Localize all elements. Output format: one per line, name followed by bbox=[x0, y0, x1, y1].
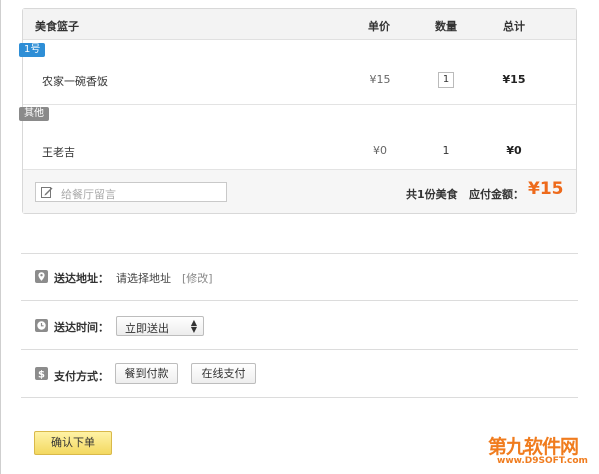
basket-title: 美食篮子 bbox=[35, 20, 79, 33]
divider bbox=[21, 300, 578, 301]
group-tag-other: 其他 bbox=[19, 107, 49, 121]
select-arrows-icon: ▲ ▼ bbox=[190, 318, 197, 334]
column-quantity: 数量 bbox=[435, 20, 457, 33]
delivery-time-label: 送达时间： bbox=[54, 321, 109, 334]
pay-on-delivery-button[interactable]: 餐到付款 bbox=[115, 363, 178, 384]
item-quantity: 1 bbox=[442, 144, 450, 157]
page-left-border bbox=[0, 0, 1, 474]
column-price: 单价 bbox=[368, 20, 390, 33]
watermark-logo: 第九软件网 bbox=[488, 436, 579, 458]
basket-row: 王老吉 ¥0 1 ¥0 bbox=[23, 105, 576, 170]
message-placeholder: 给餐厅留言 bbox=[61, 188, 116, 201]
restaurant-message-input[interactable]: 给餐厅留言 bbox=[35, 182, 227, 202]
confirm-order-button[interactable]: 确认下单 bbox=[34, 431, 112, 455]
svg-text:$: $ bbox=[38, 369, 45, 380]
item-total: ¥15 bbox=[502, 73, 526, 86]
clock-icon bbox=[35, 319, 48, 332]
payment-label: 支付方式： bbox=[54, 370, 109, 383]
address-edit-link[interactable]: [修改] bbox=[182, 270, 213, 286]
quantity-input[interactable]: 1 bbox=[438, 72, 454, 88]
food-basket: 美食篮子 单价 数量 总计 农家一碗香饭 ¥15 1 ¥15 1号 王老吉 ¥0… bbox=[19, 8, 577, 214]
address-value[interactable]: 请选择地址 bbox=[116, 270, 171, 286]
delivery-time-value: 立即送出 bbox=[125, 322, 169, 335]
dollar-icon: $ bbox=[35, 367, 48, 380]
watermark-url: www.D9SOFT.com bbox=[497, 456, 588, 466]
basket-header: 美食篮子 单价 数量 总计 bbox=[23, 9, 576, 40]
basket-row: 农家一碗香饭 ¥15 1 ¥15 bbox=[23, 40, 576, 105]
edit-icon bbox=[41, 187, 53, 198]
basket-footer: 给餐厅留言 共1份美食 应付金额： ¥15 bbox=[23, 170, 576, 213]
location-pin-icon bbox=[35, 270, 48, 283]
pay-online-button[interactable]: 在线支付 bbox=[191, 363, 256, 384]
divider bbox=[21, 397, 578, 398]
item-name: 王老吉 bbox=[42, 146, 75, 159]
item-price: ¥0 bbox=[373, 144, 387, 157]
amount-label: 应付金额： bbox=[469, 188, 524, 201]
order-count: 共1份美食 bbox=[406, 188, 458, 201]
address-label: 送达地址： bbox=[54, 272, 109, 285]
item-price: ¥15 bbox=[369, 73, 391, 86]
column-total: 总计 bbox=[503, 20, 525, 33]
item-name: 农家一碗香饭 bbox=[42, 75, 108, 88]
group-tag-1: 1号 bbox=[19, 43, 46, 57]
delivery-time-select[interactable]: 立即送出 ▲ ▼ bbox=[116, 316, 204, 336]
divider bbox=[21, 349, 578, 350]
divider bbox=[21, 253, 578, 254]
amount-due: ¥15 bbox=[528, 179, 564, 199]
item-total: ¥0 bbox=[506, 144, 522, 157]
